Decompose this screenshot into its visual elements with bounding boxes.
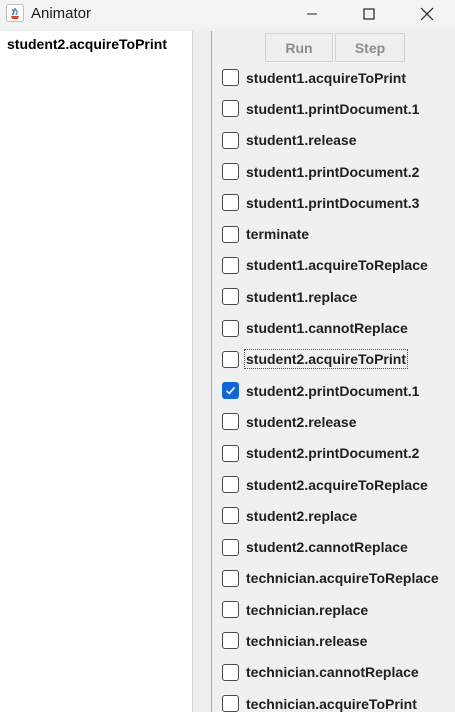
event-label[interactable]: student1.release xyxy=(246,132,357,148)
event-checkbox[interactable] xyxy=(222,163,239,181)
event-checkbox[interactable] xyxy=(222,476,239,493)
event-checkbox[interactable] xyxy=(222,507,239,525)
event-row[interactable]: student2.release xyxy=(222,406,455,437)
step-button[interactable]: Step xyxy=(335,33,405,62)
window-title: Animator xyxy=(31,5,92,22)
event-checkbox[interactable] xyxy=(222,319,239,337)
event-checkbox[interactable] xyxy=(222,632,239,650)
event-checkbox[interactable] xyxy=(222,288,239,306)
event-label[interactable]: student1.printDocument.3 xyxy=(246,195,419,211)
history-item[interactable]: student2.acquireToPrint xyxy=(7,36,167,52)
event-label[interactable]: student2.acquireToPrint xyxy=(244,349,408,370)
event-checkbox[interactable] xyxy=(222,538,239,556)
event-row[interactable]: student1.printDocument.3 xyxy=(222,187,455,218)
event-label[interactable]: student1.acquireToPrint xyxy=(246,70,406,86)
event-row[interactable]: technician.acquireToPrint xyxy=(222,688,455,712)
event-checkbox[interactable] xyxy=(222,256,239,274)
event-row[interactable]: student2.acquireToPrint xyxy=(222,344,455,375)
event-label[interactable]: student2.cannotReplace xyxy=(246,539,408,555)
checkmark-icon xyxy=(225,386,236,395)
event-row[interactable]: student2.printDocument.1 xyxy=(222,375,455,406)
event-label[interactable]: student2.printDocument.2 xyxy=(246,445,419,461)
event-row[interactable]: student1.acquireToPrint xyxy=(222,62,455,93)
event-row[interactable]: student1.acquireToReplace xyxy=(222,250,455,281)
event-label[interactable]: student1.printDocument.2 xyxy=(246,164,419,180)
close-button[interactable] xyxy=(398,0,455,28)
event-checkbox[interactable] xyxy=(222,413,239,431)
event-label[interactable]: student2.acquireToReplace xyxy=(246,477,428,493)
event-row[interactable]: student2.acquireToReplace xyxy=(222,469,455,500)
event-checkbox[interactable] xyxy=(222,131,239,149)
maximize-button[interactable] xyxy=(340,0,398,28)
event-label[interactable]: student1.cannotReplace xyxy=(246,320,408,336)
event-row[interactable]: student1.printDocument.2 xyxy=(222,156,455,187)
event-label[interactable]: student1.acquireToReplace xyxy=(246,257,428,273)
event-row[interactable]: student2.cannotReplace xyxy=(222,531,455,562)
split-pane-divider[interactable] xyxy=(193,31,212,712)
event-label[interactable]: terminate xyxy=(246,226,309,242)
event-checkbox[interactable] xyxy=(222,444,239,462)
event-checkbox[interactable] xyxy=(222,225,239,243)
event-row[interactable]: technician.replace xyxy=(222,594,455,625)
history-panel[interactable]: student2.acquireToPrint xyxy=(0,31,193,712)
event-label[interactable]: student2.replace xyxy=(246,508,357,524)
event-label[interactable]: student1.replace xyxy=(246,289,357,305)
event-label[interactable]: technician.release xyxy=(246,633,367,649)
event-checkbox[interactable] xyxy=(222,194,239,212)
event-row[interactable]: student1.replace xyxy=(222,281,455,312)
event-label[interactable]: technician.acquireToReplace xyxy=(246,570,439,586)
event-row[interactable]: terminate xyxy=(222,218,455,249)
maximize-icon xyxy=(363,8,375,20)
event-row[interactable]: student1.cannotReplace xyxy=(222,312,455,343)
event-row[interactable]: student2.replace xyxy=(222,500,455,531)
event-checkbox[interactable] xyxy=(222,350,239,368)
event-checkbox[interactable] xyxy=(222,695,239,712)
java-app-icon xyxy=(6,4,24,22)
minimize-icon xyxy=(307,13,317,15)
event-label[interactable]: technician.cannotReplace xyxy=(246,664,419,680)
minimize-button[interactable] xyxy=(283,0,341,28)
event-label[interactable]: student2.printDocument.1 xyxy=(246,383,419,399)
close-icon xyxy=(420,7,434,21)
event-checkbox[interactable] xyxy=(222,69,239,87)
event-label[interactable]: student2.release xyxy=(246,414,357,430)
event-checkbox[interactable] xyxy=(222,601,239,619)
event-row[interactable]: technician.release xyxy=(222,625,455,656)
event-label[interactable]: technician.acquireToPrint xyxy=(246,696,417,712)
event-checkbox[interactable] xyxy=(222,382,239,400)
event-checkbox[interactable] xyxy=(222,569,239,587)
run-button[interactable]: Run xyxy=(265,33,333,62)
title-bar[interactable]: Animator xyxy=(0,0,455,28)
event-row[interactable]: technician.cannotReplace xyxy=(222,657,455,688)
event-row[interactable]: student1.printDocument.1 xyxy=(222,93,455,124)
event-row[interactable]: student1.release xyxy=(222,125,455,156)
event-checkbox[interactable] xyxy=(222,663,239,681)
event-row[interactable]: technician.acquireToReplace xyxy=(222,563,455,594)
event-checkbox-list: student1.acquireToPrint student1.printDoc… xyxy=(222,62,455,712)
event-row[interactable]: student2.printDocument.2 xyxy=(222,438,455,469)
event-label[interactable]: technician.replace xyxy=(246,602,368,618)
event-checkbox[interactable] xyxy=(222,100,239,118)
event-label[interactable]: student1.printDocument.1 xyxy=(246,101,419,117)
